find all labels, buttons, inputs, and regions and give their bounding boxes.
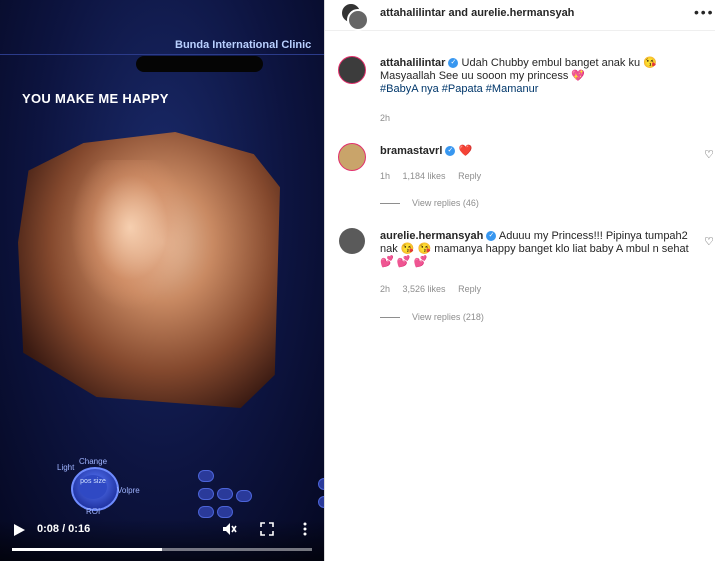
- video-player[interactable]: Bunda International Clinic YOU MAKE ME H…: [0, 0, 324, 561]
- divider-line: [380, 203, 400, 205]
- video-progress-bar[interactable]: [12, 548, 312, 551]
- divider-line: [380, 317, 400, 319]
- comment: bramastavrl ✓ ❤️: [380, 145, 472, 158]
- comment-text-line1: Aduuu my Princess!!! Pipinya tumpah2: [498, 230, 688, 242]
- like-heart-icon[interactable]: ♡: [704, 235, 714, 248]
- post-panel: attahalilintar and aurelie.hermansyah • …: [324, 0, 715, 561]
- comment-text-line3: 💕 💕 💕: [380, 256, 428, 268]
- dial-label-change: Change: [79, 457, 108, 466]
- ultrasound-highlight: [70, 160, 190, 310]
- comment-meta: 2h 3,526 likes Reply: [380, 284, 491, 294]
- comment-text: ❤️: [458, 145, 473, 157]
- overlay-text: YOU MAKE ME HAPPY: [22, 91, 169, 106]
- caption-username[interactable]: attahalilintar: [380, 57, 445, 69]
- caption-text-line1: Udah Chubby embul banget anak ku 😘: [461, 57, 657, 69]
- view-replies-label[interactable]: View replies (218): [412, 312, 484, 322]
- comment-username[interactable]: bramastavrl: [380, 145, 442, 157]
- comment-time: 2h: [380, 284, 391, 294]
- scanner-button-icon: [217, 488, 233, 500]
- caption-text-line2: Masyaallah See uu sooon my princess 💖: [380, 70, 586, 82]
- play-icon[interactable]: [11, 522, 27, 538]
- dial-center-label: pos size: [79, 475, 107, 499]
- comment-text-line2: nak 😘 😘 mamanya happy banget klo liat ba…: [380, 243, 689, 255]
- view-replies[interactable]: View replies (46): [380, 198, 479, 208]
- scanner-button-icon: [198, 470, 214, 482]
- comment-time: 1h: [380, 171, 391, 181]
- caption-time: 2h: [380, 113, 391, 123]
- comment-likes[interactable]: 1,184 likes: [403, 171, 446, 181]
- verified-icon: ✓: [448, 58, 459, 69]
- dial-label-roi: ROI: [86, 507, 101, 516]
- scanner-button-icon: [236, 490, 252, 502]
- mute-icon[interactable]: [221, 521, 237, 537]
- fullscreen-icon[interactable]: [259, 521, 275, 537]
- comment-username[interactable]: aurelie.hermansyah: [380, 230, 483, 242]
- reply-button[interactable]: Reply: [458, 171, 481, 181]
- post-authors[interactable]: attahalilintar and aurelie.hermansyah: [380, 7, 574, 19]
- comment-likes[interactable]: 3,526 likes: [403, 284, 446, 294]
- video-progress-fill: [12, 548, 162, 551]
- verified-icon: ✓: [445, 146, 456, 157]
- avatar[interactable]: [339, 144, 365, 170]
- dial-label-light: Light: [57, 463, 75, 472]
- verified-icon: ✓: [486, 231, 497, 242]
- caption: attahalilintar ✓ Udah Chubby embul bange…: [380, 57, 700, 96]
- comment-meta: 1h 1,184 likes Reply: [380, 171, 491, 181]
- scanner-button-icon: [198, 488, 214, 500]
- video-time: 0:08 / 0:16: [37, 523, 91, 535]
- comment: aurelie.hermansyah ✓ Aduuu my Princess!!…: [380, 230, 700, 269]
- avatar[interactable]: [339, 228, 365, 254]
- clinic-name: Bunda International Clinic: [175, 39, 312, 51]
- scanner-button-icon: [198, 506, 214, 518]
- post-header: attahalilintar and aurelie.hermansyah • …: [325, 0, 715, 31]
- view-replies-label[interactable]: View replies (46): [412, 198, 479, 208]
- avatar[interactable]: [339, 57, 365, 83]
- reply-button[interactable]: Reply: [458, 284, 481, 294]
- like-heart-icon[interactable]: ♡: [704, 148, 714, 161]
- caption-hashtags[interactable]: #BabyA nya #Papata #Mamanur: [380, 83, 538, 95]
- view-replies[interactable]: View replies (218): [380, 312, 484, 322]
- scanner-button-icon: [217, 506, 233, 518]
- clinic-header-line: [0, 54, 324, 55]
- more-icon[interactable]: • • •: [694, 4, 713, 20]
- redaction-bar: [136, 56, 263, 72]
- avatar[interactable]: [347, 9, 369, 31]
- more-options-icon[interactable]: [297, 521, 313, 537]
- dial-label-volpre: Volpre: [117, 486, 140, 495]
